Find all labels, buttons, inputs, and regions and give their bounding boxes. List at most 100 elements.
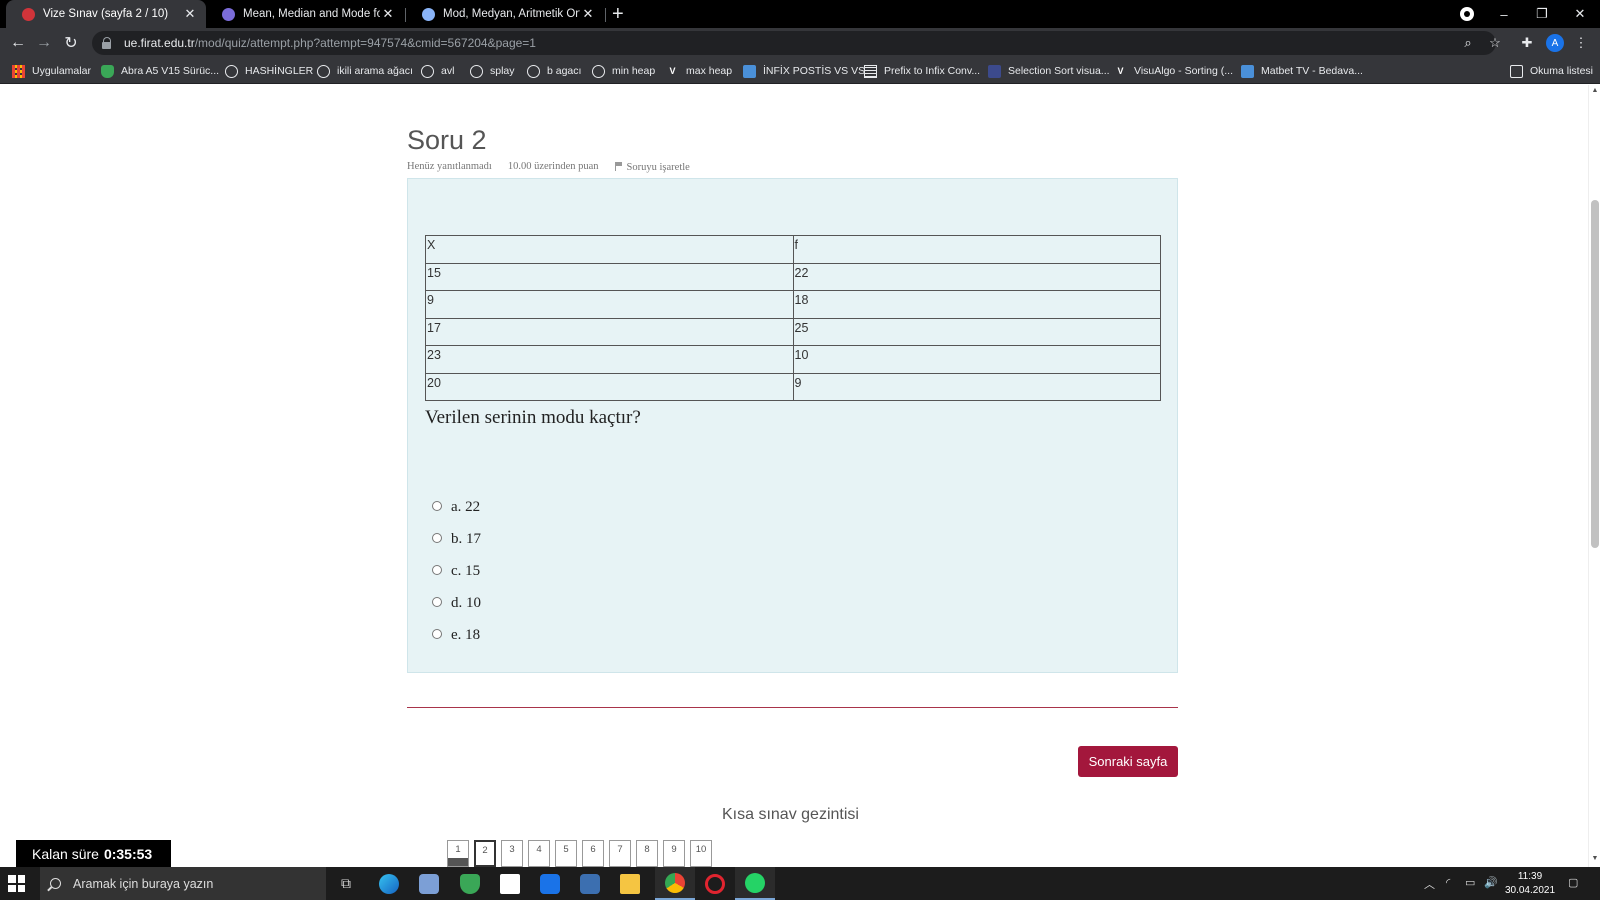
restore-icon[interactable]: ❐ — [1524, 0, 1560, 28]
question-box: X f 15 22 9 18 17 25 23 10 20 9 Verilen … — [407, 178, 1178, 673]
bookmark-infix-postis[interactable]: İNFİX POSTİS VS VS — [743, 63, 865, 79]
answer-option-e[interactable]: e. 18 — [432, 627, 480, 644]
windows-start-icon[interactable] — [8, 875, 25, 892]
task-view-icon[interactable]: ⧉ — [326, 867, 366, 900]
scroll-down-icon[interactable]: ▼ — [1591, 855, 1599, 862]
bookmark-ikili-arama[interactable]: ikili arama ağacı — [317, 63, 413, 79]
opera-icon[interactable] — [695, 867, 735, 900]
bookmark-b-agaci[interactable]: b agacı — [527, 63, 581, 79]
close-tab-icon[interactable]: ✕ — [182, 6, 198, 22]
notifications-icon[interactable]: ▢ — [1568, 876, 1578, 889]
bookmark-visualgo[interactable]: V VisuAlgo - Sorting (... — [1114, 63, 1233, 79]
answer-option-c[interactable]: c. 15 — [432, 563, 480, 580]
flag-question-link[interactable]: Soruyu işaretle — [614, 161, 690, 173]
quiz-nav-page-6[interactable]: 6 — [582, 840, 604, 867]
answer-option-d[interactable]: d. 10 — [432, 595, 481, 612]
volume-icon[interactable]: 🔊 — [1484, 876, 1498, 889]
close-tab-icon[interactable]: ✕ — [580, 6, 596, 22]
table-row: 20 9 — [425, 372, 1161, 401]
system-clock[interactable]: 11:39 30.04.2021 — [1500, 870, 1560, 898]
quiz-nav-page-8[interactable]: 8 — [636, 840, 658, 867]
new-tab-button[interactable]: + — [612, 2, 624, 26]
bookmark-uygulamalar[interactable]: Uygulamalar — [12, 63, 91, 79]
radio-button[interactable] — [432, 532, 442, 543]
file-explorer-icon[interactable] — [610, 867, 650, 900]
quiz-nav-page-1[interactable]: 1 — [447, 840, 469, 867]
quiz-nav-page-2[interactable]: 2 — [474, 840, 496, 867]
scroll-up-icon[interactable]: ▲ — [1591, 87, 1599, 94]
page-scrollbar[interactable]: ▲ ▼ — [1588, 85, 1600, 867]
store-icon[interactable] — [490, 867, 530, 900]
quiz-nav-page-7[interactable]: 7 — [609, 840, 631, 867]
bookmark-splay[interactable]: splay — [470, 63, 515, 79]
minimize-icon[interactable]: – — [1486, 0, 1522, 28]
radio-button[interactable] — [432, 500, 442, 511]
bookmark-min-heap[interactable]: min heap — [592, 63, 655, 79]
answer-option-a[interactable]: a. 22 — [432, 499, 480, 516]
table-header-cell: f — [792, 235, 1161, 264]
tab-separator — [605, 8, 606, 22]
taskbar-search-box[interactable]: Aramak için buraya yazın — [40, 867, 326, 900]
extensions-icon[interactable]: ✚ — [1518, 34, 1536, 52]
globe-icon — [421, 64, 434, 78]
moodle-favicon-icon — [22, 7, 35, 21]
radio-button[interactable] — [432, 628, 442, 639]
page-content: Soru 2 Henüz yanıtlanmadı 10.00 üzerinde… — [0, 85, 1588, 867]
back-icon[interactable]: ← — [7, 32, 29, 54]
reading-list-button[interactable]: Okuma listesi — [1510, 63, 1593, 79]
wifi-icon[interactable]: ◜ — [1446, 876, 1450, 889]
grid-icon — [864, 64, 877, 78]
scrollbar-thumb[interactable] — [1591, 200, 1599, 548]
table-cell: 20 — [425, 372, 794, 401]
star-icon[interactable]: ☆ — [1486, 34, 1504, 52]
quiz-nav-page-10[interactable]: 10 — [690, 840, 712, 867]
bookmark-matbet[interactable]: Matbet TV - Bedava... — [1241, 63, 1363, 79]
tab-vize-sinav[interactable]: Vize Sınav (sayfa 2 / 10) ✕ — [6, 0, 206, 28]
bookmark-selection-sort[interactable]: Selection Sort visua... — [988, 63, 1110, 79]
zoom-icon[interactable]: ⌕ — [1459, 34, 1477, 52]
bookmark-max-heap[interactable]: Vmax heap — [666, 63, 732, 79]
forward-icon[interactable]: → — [33, 32, 55, 54]
whatsapp-icon[interactable] — [735, 867, 775, 900]
quiz-nav-page-4[interactable]: 4 — [528, 840, 550, 867]
lock-icon[interactable] — [102, 37, 112, 49]
flag-icon — [614, 162, 623, 171]
media-indicator-icon[interactable] — [1460, 7, 1474, 21]
bookmark-avl[interactable]: avl — [421, 63, 454, 79]
quiz-nav-page-3[interactable]: 3 — [501, 840, 523, 867]
radio-button[interactable] — [432, 564, 442, 575]
close-tab-icon[interactable]: ✕ — [380, 6, 396, 22]
answer-option-b[interactable]: b. 17 — [432, 531, 481, 548]
tab-mean-median-mode[interactable]: Mean, Median and Mode for ungro ✕ — [206, 0, 404, 28]
bookmark-prefix-infix[interactable]: Prefix to Infix Conv... — [864, 63, 980, 79]
close-window-icon[interactable]: ✕ — [1562, 0, 1598, 28]
shield-app-icon[interactable] — [450, 867, 490, 900]
tab-mod-medyan[interactable]: Mod, Medyan, Aritmetik Ortalam ✕ — [406, 0, 604, 28]
url-text[interactable]: ue.firat.edu.tr/mod/quiz/attempt.php?att… — [124, 36, 536, 50]
address-bar[interactable]: ue.firat.edu.tr/mod/quiz/attempt.php?att… — [92, 31, 1496, 55]
quiz-nav-page-9[interactable]: 9 — [663, 840, 685, 867]
bookmark-hashingler[interactable]: HASHİNGLER — [225, 63, 313, 79]
bookmark-abra[interactable]: Abra A5 V15 Sürüc... — [101, 63, 219, 79]
quiz-nav-page-5[interactable]: 5 — [555, 840, 577, 867]
edge-browser-icon[interactable] — [369, 867, 409, 900]
package-app-icon[interactable] — [409, 867, 449, 900]
terminal-app-icon[interactable] — [570, 867, 610, 900]
menu-kebab-icon[interactable]: ⋮ — [1572, 34, 1590, 52]
next-page-button[interactable]: Sonraki sayfa — [1078, 746, 1178, 777]
tray-chevron-icon[interactable]: ︿ — [1424, 876, 1435, 892]
battery-icon[interactable]: ▭ — [1465, 876, 1475, 889]
table-cell: 22 — [792, 262, 1161, 291]
radio-button[interactable] — [432, 596, 442, 607]
table-header-cell: X — [425, 235, 794, 264]
visualgo-icon: V — [1117, 66, 1124, 76]
visualgo-icon: V — [669, 66, 676, 76]
shield-icon — [101, 64, 114, 78]
reload-icon[interactable]: ↻ — [60, 32, 82, 54]
frequency-table: X f 15 22 9 18 17 25 23 10 20 9 — [425, 235, 1161, 401]
mail-icon[interactable] — [530, 867, 570, 900]
chrome-icon[interactable] — [655, 867, 695, 900]
clock-time: 11:39 — [1517, 871, 1543, 882]
section-divider — [407, 707, 1178, 708]
profile-avatar[interactable]: A — [1546, 34, 1564, 52]
